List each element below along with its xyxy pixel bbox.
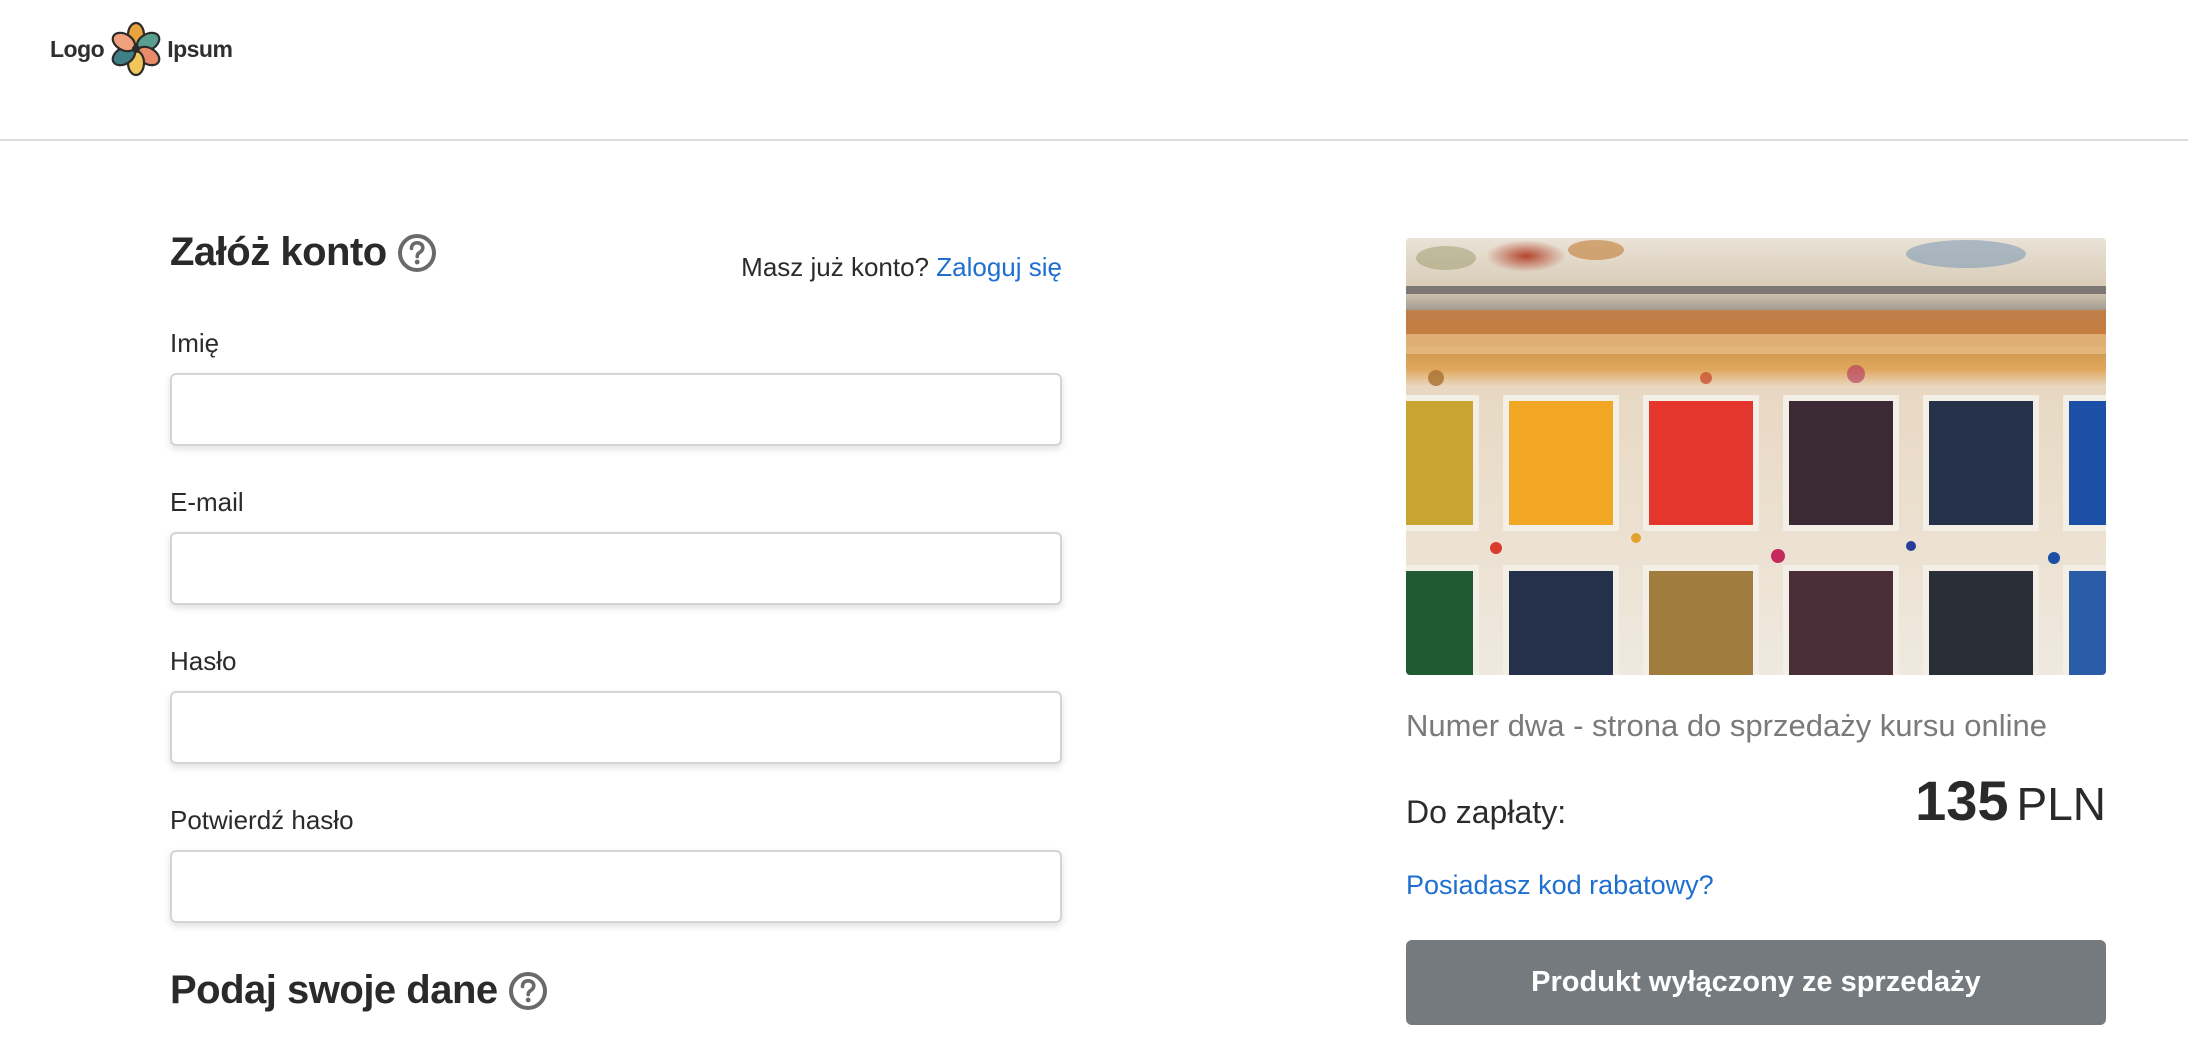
confirm-password-label: Potwierdź hasło [170,805,354,835]
confirm-password-input[interactable] [170,850,1062,923]
first-name-field-group: Imię [170,328,1062,446]
buy-button[interactable]: Produkt wyłączony ze sprzedaży [1406,940,2106,1025]
email-input[interactable] [170,532,1062,605]
confirm-password-field-group: Potwierdź hasło [170,805,1062,923]
site-header: Logo Ipsum [0,0,2188,141]
amount-due-label: Do zapłaty: [1406,794,1567,830]
email-field-group: E-mail [170,487,1062,605]
signup-form: Załóż konto Masz już konto? Zaloguj się … [170,230,1062,1012]
help-icon[interactable] [397,233,437,273]
password-label: Hasło [170,646,237,676]
first-name-input[interactable] [170,373,1062,446]
login-link[interactable]: Zaloguj się [936,252,1062,282]
password-field-group: Hasło [170,646,1062,764]
product-summary: Numer dwa - strona do sprzedaży kursu on… [1406,238,2106,1025]
first-name-label: Imię [170,328,220,358]
password-input[interactable] [170,691,1062,764]
logo-text-left: Logo [50,35,105,62]
login-prompt: Masz już konto? [741,252,930,282]
help-icon[interactable] [508,971,548,1011]
details-title: Podaj swoje dane [170,968,548,1013]
login-hint: Masz już konto? Zaloguj się [741,252,1062,283]
payment-summary: Do zapłaty: 135 PLN [1406,768,2106,838]
price-currency: PLN [2016,778,2106,830]
flower-logo-icon [111,21,161,77]
discount-code-link[interactable]: Posiadasz kod rabatowy? [1406,870,1714,901]
product-image [1406,238,2106,675]
product-name: Numer dwa - strona do sprzedaży kursu on… [1406,708,2047,743]
logo-text-right: Ipsum [167,35,233,62]
price-amount: 135 [1915,769,2009,832]
price: 135 PLN [1915,768,2106,833]
signup-title-text: Załóż konto [170,230,387,274]
logo[interactable]: Logo Ipsum [50,20,233,78]
details-title-text: Podaj swoje dane [170,968,498,1012]
email-label: E-mail [170,487,244,517]
